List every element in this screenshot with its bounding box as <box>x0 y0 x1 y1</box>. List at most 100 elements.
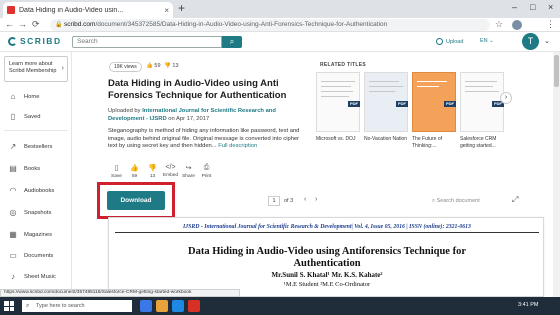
bookmark-star-icon[interactable]: ☆ <box>495 19 503 30</box>
sidebar-item-audiobooks[interactable]: ◠ Audiobooks <box>8 186 55 195</box>
thumb-text-line <box>465 86 493 87</box>
sidebar-item-label: Documents <box>24 252 54 259</box>
thumb-text-line <box>369 81 399 82</box>
chevron-down-icon[interactable]: › <box>315 196 317 203</box>
likes-count: 👍 59 <box>146 63 161 69</box>
sidebar-item-label: Audiobooks <box>24 187 55 194</box>
chevron-up-icon[interactable]: ‹ <box>304 196 306 203</box>
related-title-4[interactable]: Salesforce CRM getting started... <box>460 136 506 149</box>
sidebar-item-snapshots[interactable]: ◎ Snapshots <box>8 208 52 217</box>
address-bar-row: ← → ⟳ 🔒 scribd.com/document/345372585/Da… <box>0 18 560 32</box>
logo-text: SCRIBD <box>20 36 62 46</box>
document-search-input[interactable]: ⌕ Search document <box>432 196 502 206</box>
upload-icon <box>436 38 443 45</box>
url-field[interactable]: 🔒 scribd.com/document/345372585/Data-Hid… <box>50 19 490 31</box>
sidebar-item-home[interactable]: ⌂ Home <box>8 92 40 101</box>
sidebar-item-books[interactable]: ▤ Books <box>8 164 40 173</box>
site-header: SCRIBD Search ⌕ Upload EN ⌄ T ⌄ <box>0 32 560 52</box>
upload-button[interactable]: Upload <box>436 38 463 45</box>
browser-tab[interactable]: Data Hiding in Audio-Video usin... × <box>3 2 173 18</box>
headphones-icon: ◠ <box>9 186 17 195</box>
taskbar-search-placeholder: Type here to search <box>36 303 85 309</box>
membership-promo[interactable]: Learn more about Scribd Membership › <box>4 56 68 82</box>
paper-authors: Mr.Sunil S. Khatal¹ Mr. K.S. Kahate² <box>271 271 383 279</box>
taskbar-app-icon[interactable] <box>188 300 200 312</box>
browser-profile-avatar[interactable] <box>512 20 522 30</box>
windows-start-icon[interactable] <box>4 301 14 311</box>
embed-button[interactable]: </> Embed <box>162 164 179 179</box>
paper-title-line-1: Data Hiding in Audio-Video using Antifor… <box>187 246 467 257</box>
print-button[interactable]: ⎙ Print <box>198 164 215 179</box>
minimize-icon[interactable]: – <box>512 2 517 12</box>
taskbar-search-input[interactable]: ⌕ Type here to search <box>22 300 132 312</box>
download-button[interactable]: Download <box>107 191 165 210</box>
new-tab-button[interactable]: + <box>178 1 185 15</box>
action-label: Save <box>111 174 122 179</box>
window-close-icon[interactable]: × <box>548 2 553 12</box>
forward-icon[interactable]: → <box>18 19 27 29</box>
paper-title: Data Hiding in Audio-Video using Antifor… <box>109 246 545 270</box>
related-thumb-1[interactable]: PDF <box>316 72 360 132</box>
fullscreen-icon[interactable]: ⤢ <box>512 195 518 205</box>
scrollbar-thumb[interactable] <box>554 55 559 87</box>
chevron-right-icon: › <box>61 65 64 72</box>
browser-tabbar: Data Hiding in Audio-Video usin... × + –… <box>0 0 560 18</box>
full-description-link[interactable]: Full description <box>218 143 257 149</box>
back-icon[interactable]: ← <box>5 19 14 29</box>
clock-time[interactable]: 3:41 PM <box>518 302 538 308</box>
reload-icon[interactable]: ⟳ <box>32 19 40 30</box>
chart-icon: ↗ <box>9 142 17 151</box>
snapshot-icon: ◎ <box>9 208 17 217</box>
related-thumb-4[interactable]: PDF <box>460 72 504 132</box>
like-button[interactable]: 👍 59 <box>126 164 143 179</box>
url-domain: scribd.com <box>64 21 96 28</box>
document-actions: ▯ Save 👍 59 👎 13 </> Embed ↪ Share ⎙ Pri… <box>108 164 216 179</box>
thumb-text-line <box>369 86 403 87</box>
search-input[interactable]: Search <box>72 36 222 48</box>
save-button[interactable]: ▯ Save <box>108 164 125 179</box>
maximize-icon[interactable]: □ <box>530 2 535 12</box>
user-avatar[interactable]: T <box>522 33 539 50</box>
language-selector[interactable]: EN ⌄ <box>480 38 494 44</box>
sidebar-item-label: Books <box>24 165 41 172</box>
sidebar-item-sheet-music[interactable]: ♪ Sheet Music <box>8 272 56 281</box>
sidebar-item-documents[interactable]: ▭ Documents <box>8 251 53 260</box>
dislike-button[interactable]: 👎 13 <box>144 164 161 179</box>
document-search-placeholder: Search document <box>436 198 480 204</box>
scribd-logo[interactable]: SCRIBD <box>8 36 62 46</box>
dislikes-value: 13 <box>172 63 179 69</box>
related-title-1[interactable]: Microsoft vs. DOJ <box>316 136 362 143</box>
sidebar-item-magazines[interactable]: ▦ Magazines <box>8 230 52 239</box>
lock-icon: 🔒 <box>55 22 63 28</box>
sidebar-divider <box>4 130 68 131</box>
magazine-icon: ▦ <box>9 230 17 239</box>
related-thumb-3[interactable]: PDF <box>412 72 456 132</box>
search-icon: ⌕ <box>26 303 30 309</box>
sidebar-item-label: Magazines <box>24 231 53 238</box>
page-number-input[interactable]: 1 <box>268 196 280 206</box>
thumb-text-line <box>321 96 349 97</box>
search-button[interactable]: ⌕ <box>222 36 242 48</box>
tab-close-icon[interactable]: × <box>164 6 169 15</box>
taskbar-app-icon[interactable] <box>156 300 168 312</box>
related-thumb-2[interactable]: PDF <box>364 72 408 132</box>
browser-menu-icon[interactable]: ⋮ <box>546 19 555 30</box>
promo-text: Learn more about Scribd Membership <box>9 61 57 74</box>
taskbar-app-icon[interactable] <box>172 300 184 312</box>
action-label: Embed <box>162 173 179 178</box>
page-scrollbar[interactable] <box>553 52 560 297</box>
chevron-down-icon[interactable]: ⌄ <box>544 37 550 45</box>
sidebar-item-saved[interactable]: ▯ Saved <box>8 112 41 121</box>
related-title-3[interactable]: The Future of Thinking:... <box>412 136 458 149</box>
sidebar-item-bestsellers[interactable]: ↗ Bestsellers <box>8 142 53 151</box>
thumb-text-line <box>417 86 439 87</box>
paper-title-line-2: Authentication <box>293 258 361 269</box>
carousel-next-button[interactable]: › <box>500 92 512 104</box>
sidebar-item-label: Bestsellers <box>24 143 53 150</box>
book-icon: ▤ <box>9 164 17 173</box>
thumbs-down-icon: 👎 <box>148 165 157 172</box>
pdf-badge: PDF <box>396 101 408 107</box>
related-title-2[interactable]: No-Vacation Nation <box>364 136 410 143</box>
share-button[interactable]: ↪ Share <box>180 164 197 179</box>
taskbar-app-icon[interactable] <box>140 300 152 312</box>
